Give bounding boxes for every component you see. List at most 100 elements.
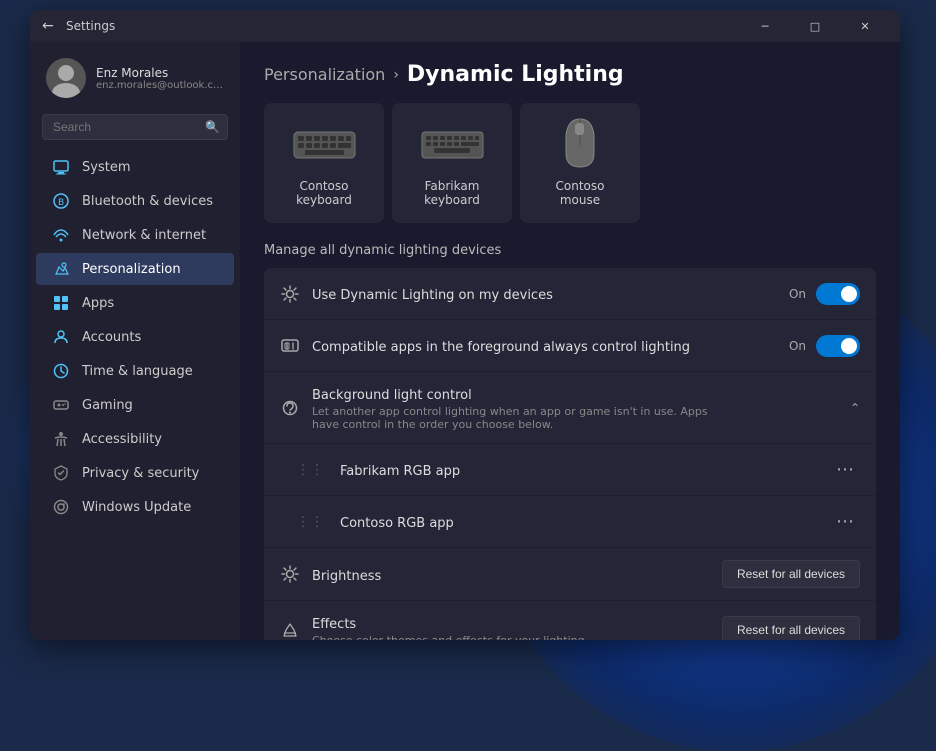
titlebar: ← Settings ─ □ ✕ bbox=[30, 10, 900, 42]
effects-right: Reset for all devices bbox=[722, 616, 860, 640]
privacy-icon bbox=[52, 464, 70, 482]
compatible-apps-icon bbox=[280, 336, 300, 356]
breadcrumb-separator: › bbox=[393, 67, 399, 83]
settings-window: ← Settings ─ □ ✕ Enz Morales enz.morales bbox=[30, 10, 900, 640]
accounts-icon bbox=[52, 328, 70, 346]
device-name-contoso-keyboard: Contoso keyboard bbox=[280, 179, 368, 207]
device-card-contoso-keyboard[interactable]: Contoso keyboard bbox=[264, 103, 384, 223]
close-button[interactable]: ✕ bbox=[842, 10, 888, 42]
minimize-button[interactable]: ─ bbox=[742, 10, 788, 42]
gaming-icon bbox=[52, 396, 70, 414]
sidebar-item-update[interactable]: Windows Update bbox=[36, 491, 234, 523]
compatible-apps-toggle[interactable] bbox=[816, 335, 860, 357]
search-icon: 🔍 bbox=[205, 120, 220, 134]
settings-list: Use Dynamic Lighting on my devices On bbox=[264, 268, 876, 640]
profile-section: Enz Morales enz.morales@outlook.com bbox=[30, 50, 240, 110]
compatible-apps-text: Compatible apps in the foreground always… bbox=[312, 336, 777, 355]
setting-row-brightness: Brightness Reset for all devices bbox=[264, 548, 876, 601]
contoso-keyboard-icon bbox=[289, 119, 359, 169]
compatible-apps-label: Compatible apps in the foreground always… bbox=[312, 340, 690, 355]
dynamic-lighting-right: On bbox=[789, 283, 860, 305]
dynamic-lighting-text: Use Dynamic Lighting on my devices bbox=[312, 284, 777, 303]
expand-icon[interactable]: ⌃ bbox=[850, 401, 860, 415]
personalization-icon bbox=[52, 260, 70, 278]
avatar[interactable] bbox=[46, 58, 86, 98]
drag-handle-contoso[interactable]: ⋮⋮ bbox=[296, 514, 324, 530]
sidebar-item-label-privacy: Privacy & security bbox=[82, 466, 199, 481]
drag-handle-fabrikam[interactable]: ⋮⋮ bbox=[296, 462, 324, 478]
brightness-label: Brightness bbox=[312, 569, 381, 584]
dynamic-lighting-toggle[interactable] bbox=[816, 283, 860, 305]
sidebar-item-label-gaming: Gaming bbox=[82, 398, 133, 413]
brightness-right: Reset for all devices bbox=[722, 560, 860, 588]
sidebar-item-apps[interactable]: Apps bbox=[36, 287, 234, 319]
content-wrapper: Enz Morales enz.morales@outlook.com 🔍 bbox=[30, 42, 900, 640]
sidebar-item-bluetooth[interactable]: B Bluetooth & devices bbox=[36, 185, 234, 217]
sidebar-item-label-bluetooth: Bluetooth & devices bbox=[82, 194, 213, 209]
window-controls: ─ □ ✕ bbox=[742, 10, 888, 42]
network-icon bbox=[52, 226, 70, 244]
device-card-contoso-mouse[interactable]: Contoso mouse bbox=[520, 103, 640, 223]
dynamic-lighting-icon bbox=[280, 284, 300, 304]
search-input[interactable] bbox=[42, 114, 228, 140]
background-light-right: ⌃ bbox=[850, 401, 860, 415]
background-light-desc: Let another app control lighting when an… bbox=[312, 405, 732, 431]
setting-row-background-light: Background light control Let another app… bbox=[264, 372, 876, 444]
contoso-rgb-right: ⋯ bbox=[830, 509, 860, 534]
setting-row-effects: Effects Choose color themes and effects … bbox=[264, 601, 876, 640]
background-light-icon bbox=[280, 398, 300, 418]
effects-text: Effects Choose color themes and effects … bbox=[312, 613, 710, 640]
effects-label: Effects bbox=[312, 617, 356, 632]
device-card-fabrikam-keyboard[interactable]: Fabrikam keyboard bbox=[392, 103, 512, 223]
bluetooth-icon: B bbox=[52, 192, 70, 210]
breadcrumb-current: Dynamic Lighting bbox=[407, 62, 624, 87]
sidebar-item-time[interactable]: Time & language bbox=[36, 355, 234, 387]
sidebar-item-accessibility[interactable]: Accessibility bbox=[36, 423, 234, 455]
sidebar-item-label-apps: Apps bbox=[82, 296, 114, 311]
sidebar-item-label-time: Time & language bbox=[82, 364, 193, 379]
sidebar-item-accounts[interactable]: Accounts bbox=[36, 321, 234, 353]
device-name-contoso-mouse: Contoso mouse bbox=[536, 179, 624, 207]
sidebar-item-gaming[interactable]: Gaming bbox=[36, 389, 234, 421]
brightness-text: Brightness bbox=[312, 565, 710, 584]
sidebar-item-label-system: System bbox=[82, 160, 130, 175]
breadcrumb: Personalization › Dynamic Lighting bbox=[264, 62, 876, 87]
brightness-reset-button[interactable]: Reset for all devices bbox=[722, 560, 860, 588]
sidebar-item-privacy[interactable]: Privacy & security bbox=[36, 457, 234, 489]
dynamic-lighting-label: Use Dynamic Lighting on my devices bbox=[312, 288, 553, 303]
system-icon bbox=[52, 158, 70, 176]
sidebar-item-personalization[interactable]: Personalization bbox=[36, 253, 234, 285]
sidebar-item-label-accounts: Accounts bbox=[82, 330, 141, 345]
sidebar-item-label-network: Network & internet bbox=[82, 228, 206, 243]
sidebar: Enz Morales enz.morales@outlook.com 🔍 bbox=[30, 42, 240, 640]
update-icon bbox=[52, 498, 70, 516]
back-button[interactable]: ← bbox=[42, 18, 58, 34]
breadcrumb-parent[interactable]: Personalization bbox=[264, 65, 385, 84]
accessibility-icon bbox=[52, 430, 70, 448]
effects-reset-button[interactable]: Reset for all devices bbox=[722, 616, 860, 640]
contoso-rgb-text: Contoso RGB app bbox=[340, 512, 818, 531]
profile-info: Enz Morales enz.morales@outlook.com bbox=[96, 66, 224, 91]
compatible-apps-on-label: On bbox=[789, 339, 806, 353]
time-icon bbox=[52, 362, 70, 380]
fabrikam-rgb-menu[interactable]: ⋯ bbox=[830, 457, 860, 482]
dynamic-lighting-on-label: On bbox=[789, 287, 806, 301]
background-light-text: Background light control Let another app… bbox=[312, 384, 838, 431]
profile-email: enz.morales@outlook.com bbox=[96, 80, 224, 91]
sidebar-item-system[interactable]: System bbox=[36, 151, 234, 183]
brightness-icon bbox=[280, 564, 300, 584]
search-box: 🔍 bbox=[42, 114, 228, 140]
contoso-rgb-label: Contoso RGB app bbox=[340, 516, 454, 531]
compatible-apps-right: On bbox=[789, 335, 860, 357]
contoso-mouse-icon bbox=[545, 119, 615, 169]
svg-text:B: B bbox=[58, 198, 64, 208]
fabrikam-keyboard-icon bbox=[417, 119, 487, 169]
effects-icon bbox=[280, 620, 300, 640]
sidebar-item-label-update: Windows Update bbox=[82, 500, 191, 515]
setting-row-compatible-apps: Compatible apps in the foreground always… bbox=[264, 320, 876, 372]
maximize-button[interactable]: □ bbox=[792, 10, 838, 42]
contoso-rgb-menu[interactable]: ⋯ bbox=[830, 509, 860, 534]
sidebar-item-network[interactable]: Network & internet bbox=[36, 219, 234, 251]
apps-icon bbox=[52, 294, 70, 312]
setting-row-contoso-rgb: ⋮⋮ Contoso RGB app ⋯ bbox=[264, 496, 876, 548]
